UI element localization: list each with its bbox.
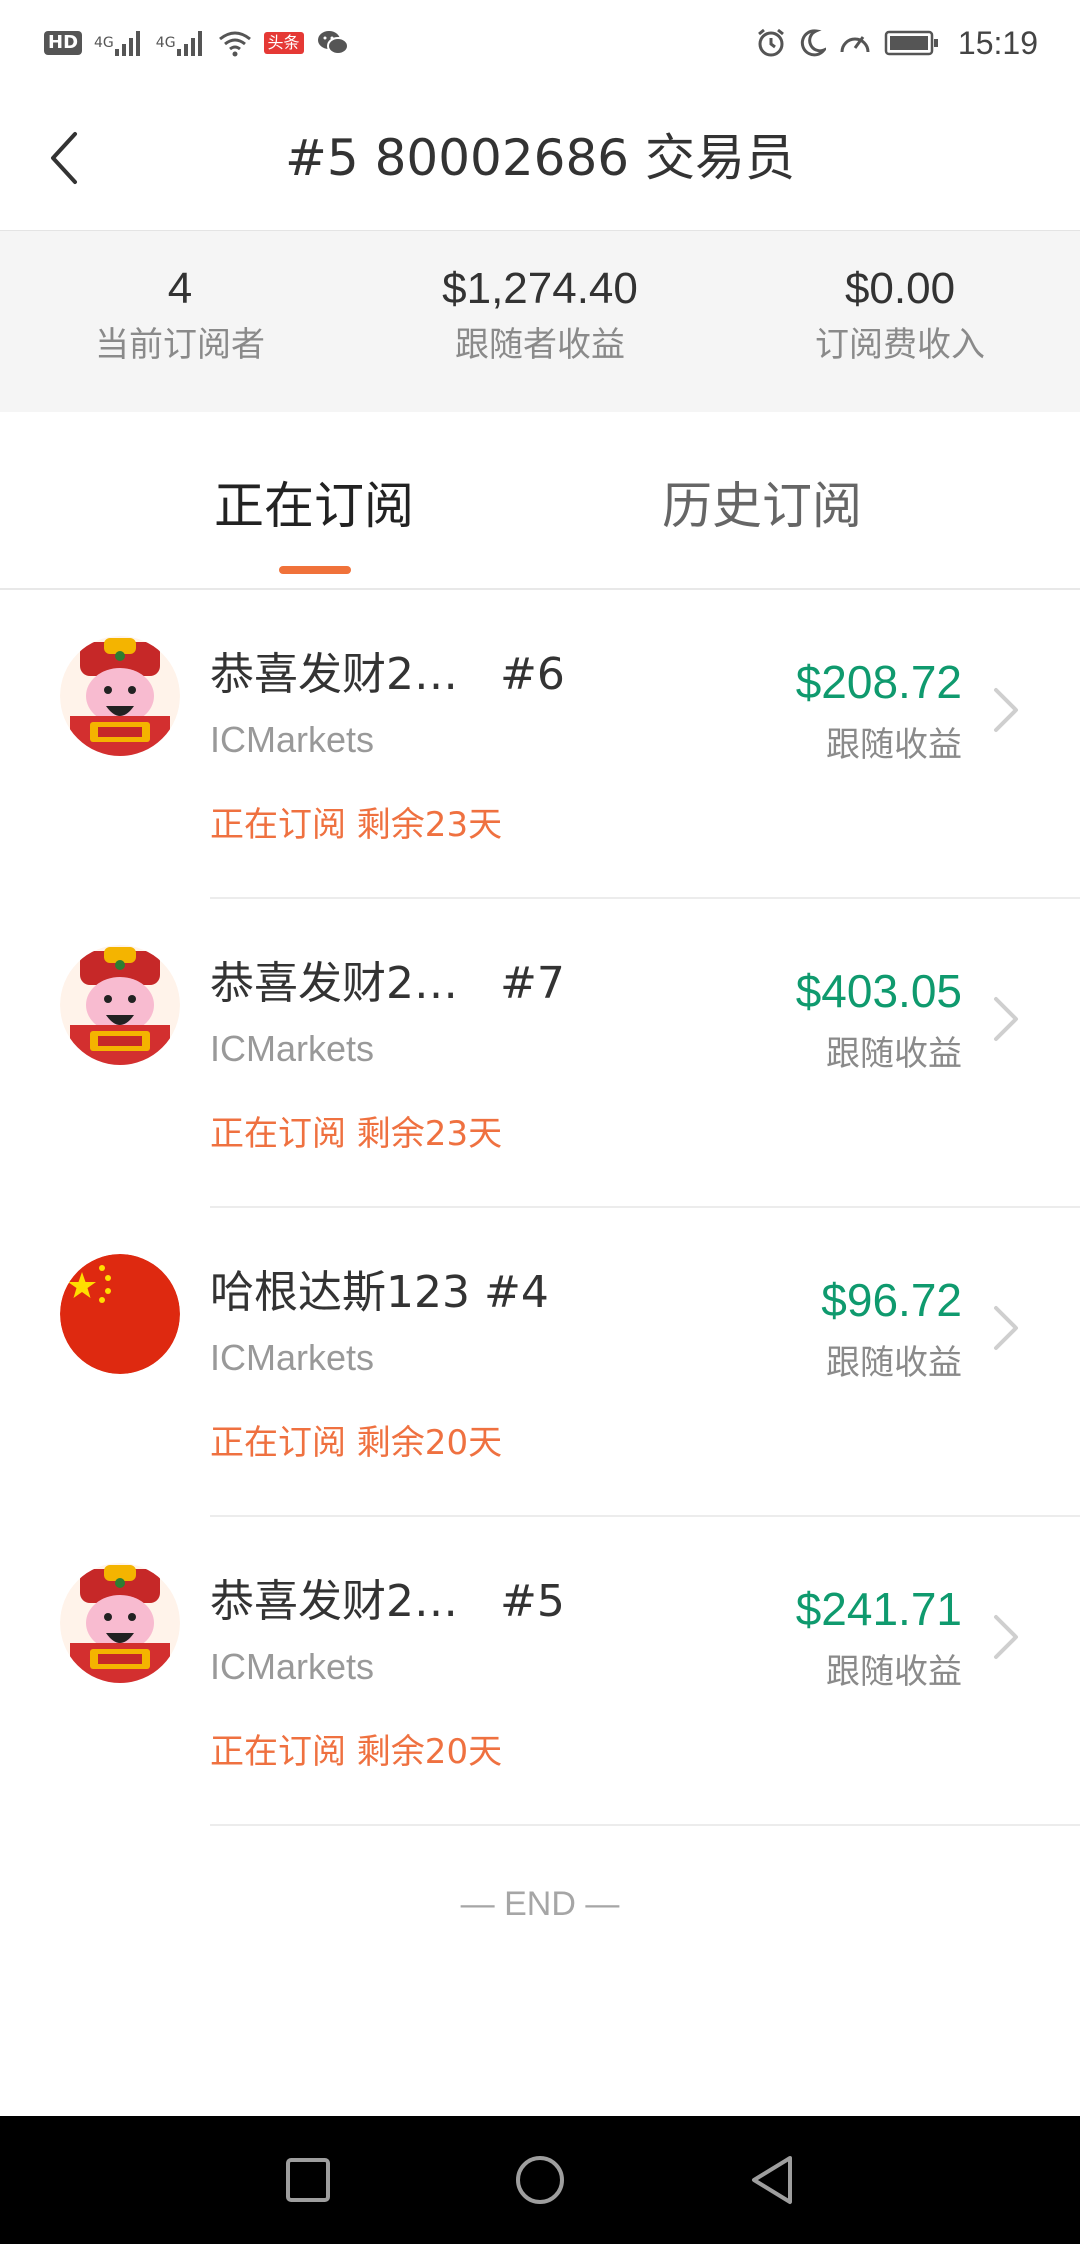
nav-bar: #5 80002686 交易员 bbox=[0, 86, 1080, 230]
stat-current-subscribers: 4 当前订阅者 bbox=[0, 231, 360, 412]
profit-label: 跟随收益 bbox=[826, 1343, 962, 1383]
broker-name: ICMarkets bbox=[210, 1646, 375, 1687]
profit-amount: $208.72 bbox=[795, 656, 962, 708]
broker-name: ICMarkets bbox=[210, 719, 375, 760]
clock: 15:19 bbox=[957, 24, 1038, 61]
toutiao-label: 头条 bbox=[263, 32, 304, 54]
divider bbox=[210, 1824, 1080, 1826]
list-item[interactable]: 恭喜发财2… #5 ICMarkets 正在订阅 剩余20天 $241.71 跟… bbox=[0, 1517, 1080, 1826]
status-left: HD 4G 4G 头条 bbox=[44, 23, 350, 63]
stat-follower-profit: $1,274.40 跟随者收益 bbox=[360, 231, 720, 412]
caishen-avatar bbox=[60, 1563, 180, 1683]
profit-amount: $96.72 bbox=[821, 1274, 962, 1326]
network-type-label: 4G bbox=[94, 35, 114, 51]
signal-icon: 4G bbox=[94, 23, 144, 63]
subscription-status: 正在订阅 剩余23天 bbox=[210, 805, 503, 845]
profit-label: 跟随收益 bbox=[826, 1034, 962, 1074]
list-end-marker: — END — bbox=[460, 1885, 620, 1923]
circle-icon[interactable] bbox=[512, 2152, 568, 2208]
page-title: #5 80002686 交易员 bbox=[285, 129, 795, 187]
battery-icon bbox=[884, 23, 940, 63]
profit-label: 跟随收益 bbox=[826, 1652, 962, 1692]
list-item[interactable]: 哈根达斯123 #4 ICMarkets 正在订阅 剩余20天 $96.72 跟… bbox=[0, 1208, 1080, 1517]
chevron-right-icon bbox=[994, 1615, 1018, 1659]
caishen-avatar bbox=[60, 636, 180, 756]
chevron-right-icon bbox=[994, 1306, 1018, 1350]
chevron-right-icon bbox=[994, 997, 1018, 1041]
profit-amount: $403.05 bbox=[795, 965, 962, 1017]
subscription-status: 正在订阅 剩余20天 bbox=[210, 1732, 503, 1772]
tab-active-indicator bbox=[279, 566, 351, 574]
status-right: 15:19 bbox=[756, 23, 1038, 63]
stat-value: $1,274.40 bbox=[442, 264, 638, 313]
chevron-right-icon bbox=[994, 688, 1018, 732]
broker-name: ICMarkets bbox=[210, 1337, 375, 1378]
stat-label: 当前订阅者 bbox=[95, 325, 265, 365]
list-item[interactable]: 恭喜发财2… #6 ICMarkets 正在订阅 剩余23天 $208.72 跟… bbox=[0, 590, 1080, 899]
network-type-label: 4G bbox=[155, 35, 176, 51]
stat-subscription-income: $0.00 订阅费收入 bbox=[720, 231, 1080, 412]
triangle-back-icon[interactable] bbox=[744, 2152, 800, 2208]
moon-icon bbox=[798, 23, 826, 63]
broker-name: ICMarkets bbox=[210, 1028, 375, 1069]
tab-current-subscriptions[interactable]: 正在订阅 bbox=[214, 474, 414, 538]
hd-label: HD bbox=[44, 31, 83, 55]
subscription-status: 正在订阅 剩余20天 bbox=[210, 1423, 503, 1463]
stat-value: $0.00 bbox=[844, 264, 956, 313]
subscriber-name: 恭喜发财2… #6 bbox=[210, 649, 565, 700]
subscriber-name: 恭喜发财2… #7 bbox=[210, 958, 565, 1009]
stats-panel: 4 当前订阅者 $1,274.40 跟随者收益 $0.00 订阅费收入 bbox=[0, 230, 1080, 412]
subscriber-name: 恭喜发财2… #5 bbox=[210, 1576, 565, 1627]
stat-value: 4 bbox=[167, 264, 193, 313]
profit-label: 跟随收益 bbox=[826, 725, 962, 765]
status-bar: HD 4G 4G 头条 15:19 bbox=[0, 0, 1080, 86]
stat-label: 跟随者收益 bbox=[455, 325, 625, 365]
list-item[interactable]: 恭喜发财2… #7 ICMarkets 正在订阅 剩余23天 $403.05 跟… bbox=[0, 899, 1080, 1208]
wifi-icon bbox=[218, 23, 252, 63]
subscriber-name: 哈根达斯123 #4 bbox=[210, 1267, 549, 1318]
tab-history-subscriptions[interactable]: 历史订阅 bbox=[662, 474, 862, 538]
subscription-status: 正在订阅 剩余23天 bbox=[210, 1114, 503, 1154]
system-navigation-bar bbox=[0, 2116, 1080, 2244]
alarm-icon bbox=[756, 23, 786, 63]
square-icon[interactable] bbox=[280, 2152, 336, 2208]
china-flag-avatar bbox=[60, 1254, 180, 1374]
speed-icon bbox=[838, 23, 872, 63]
signal-icon: 4G bbox=[156, 23, 206, 63]
hd-icon: HD bbox=[44, 23, 83, 63]
caishen-avatar bbox=[60, 945, 180, 1065]
toutiao-icon: 头条 bbox=[263, 23, 304, 63]
wechat-icon bbox=[316, 23, 350, 63]
stat-label: 订阅费收入 bbox=[815, 325, 985, 365]
subscription-list: 恭喜发财2… #6 ICMarkets 正在订阅 剩余23天 $208.72 跟… bbox=[0, 590, 1080, 1826]
tab-bar: 正在订阅 历史订阅 bbox=[0, 412, 1080, 590]
profit-amount: $241.71 bbox=[795, 1583, 962, 1635]
